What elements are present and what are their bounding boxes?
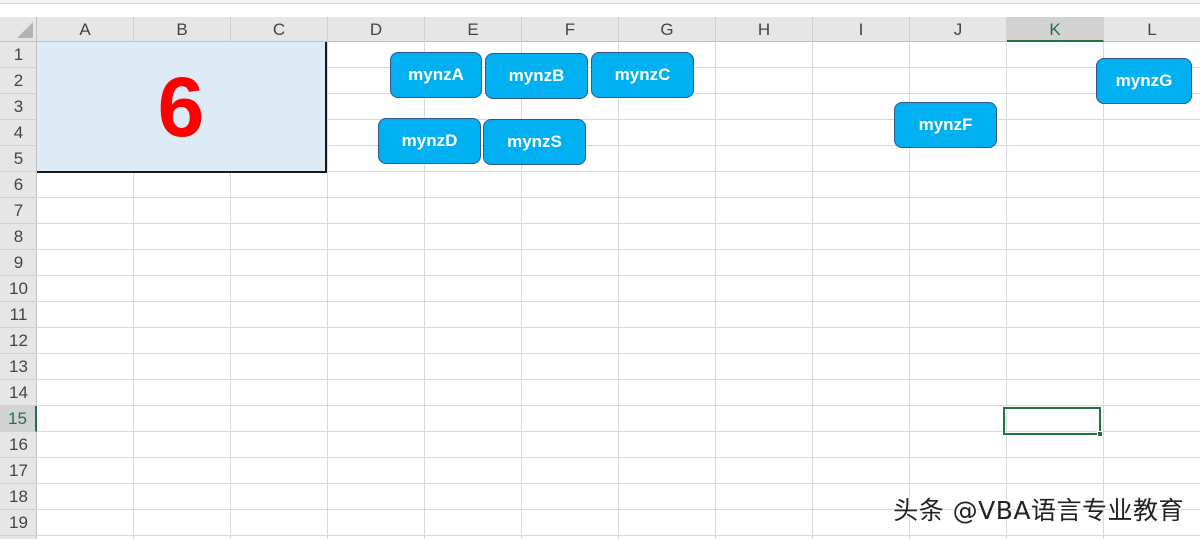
column-header-H[interactable]: H <box>716 17 813 42</box>
grid-column-line <box>327 42 328 539</box>
row-header-10[interactable]: 10 <box>0 276 37 302</box>
mynzA-button[interactable]: mynzA <box>390 52 482 98</box>
row-header-11[interactable]: 11 <box>0 302 37 328</box>
row-header-3[interactable]: 3 <box>0 94 37 120</box>
spreadsheet[interactable]: ABCDEFGHIJKL 1 2 3 4 5 6 7 8 9 10 11 12 13 14 15 16 17 18… <box>0 0 1200 539</box>
column-header-J[interactable]: J <box>910 17 1007 42</box>
column-header-C[interactable]: C <box>231 17 328 42</box>
grid-row-line <box>37 483 1200 484</box>
grid-row-line <box>37 535 1200 536</box>
merged-cell-a1-c5[interactable]: 6 <box>37 42 327 173</box>
grid-row-line <box>37 379 1200 380</box>
grid-row-line <box>37 327 1200 328</box>
grid-row-line <box>37 405 1200 406</box>
grid-row-line <box>37 353 1200 354</box>
grid-column-line <box>812 42 813 539</box>
row-header-15[interactable]: 15 <box>0 406 37 432</box>
mynzG-button[interactable]: mynzG <box>1096 58 1192 104</box>
grid-column-line <box>521 42 522 539</box>
mynzD-button[interactable]: mynzD <box>378 118 481 164</box>
grid-row-line <box>37 249 1200 250</box>
grid-row-line <box>37 223 1200 224</box>
mynzS-button[interactable]: mynzS <box>483 119 586 165</box>
column-header-I[interactable]: I <box>813 17 910 42</box>
grid-column-line <box>1103 42 1104 539</box>
grid-column-line <box>1006 42 1007 539</box>
grid-column-line <box>424 42 425 539</box>
mynzB-button[interactable]: mynzB <box>485 53 588 99</box>
column-header-A[interactable]: A <box>37 17 134 42</box>
active-cell-k15[interactable] <box>1003 407 1103 437</box>
fill-handle[interactable] <box>1097 431 1103 437</box>
mynzF-button[interactable]: mynzF <box>894 102 997 148</box>
watermark: 头条 @VBA语言专业教育 <box>893 496 1184 525</box>
row-header-2[interactable]: 2 <box>0 68 37 94</box>
row-header-6[interactable]: 6 <box>0 172 37 198</box>
grid-row-line <box>37 275 1200 276</box>
column-header-G[interactable]: G <box>619 17 716 42</box>
row-header-14[interactable]: 14 <box>0 380 37 406</box>
select-all-button[interactable] <box>0 17 37 42</box>
row-header-5[interactable]: 5 <box>0 146 37 172</box>
row-header-4[interactable]: 4 <box>0 120 37 146</box>
row-header-1[interactable]: 1 <box>0 42 37 68</box>
row-header-7[interactable]: 7 <box>0 198 37 224</box>
grid-row-line <box>37 301 1200 302</box>
row-header-12[interactable]: 12 <box>0 328 37 354</box>
column-header-D[interactable]: D <box>328 17 425 42</box>
row-header-17[interactable]: 17 <box>0 458 37 484</box>
grid-row-line <box>37 457 1200 458</box>
row-header-8[interactable]: 8 <box>0 224 37 250</box>
merged-cell-value: 6 <box>157 59 205 154</box>
grid-row-line <box>37 197 1200 198</box>
row-header-16[interactable]: 16 <box>0 432 37 458</box>
grid-column-line <box>618 42 619 539</box>
row-header-13[interactable]: 13 <box>0 354 37 380</box>
column-header-F[interactable]: F <box>522 17 619 42</box>
mynzC-button[interactable]: mynzC <box>591 52 694 98</box>
row-header-9[interactable]: 9 <box>0 250 37 276</box>
row-header: 1 2 3 4 5 6 7 8 9 10 11 12 13 14 15 16 17 18 19 <box>0 42 37 539</box>
select-all-triangle-icon <box>17 22 33 38</box>
column-header-B[interactable]: B <box>134 17 231 42</box>
column-header-K[interactable]: K <box>1007 17 1104 42</box>
grid-column-line <box>715 42 716 539</box>
toolbar-strip <box>0 0 1200 4</box>
row-header-18[interactable]: 18 <box>0 484 37 510</box>
column-header-L[interactable]: L <box>1104 17 1200 42</box>
column-header: ABCDEFGHIJKL <box>37 17 1200 42</box>
column-header-E[interactable]: E <box>425 17 522 42</box>
row-header-19[interactable]: 19 <box>0 510 37 536</box>
